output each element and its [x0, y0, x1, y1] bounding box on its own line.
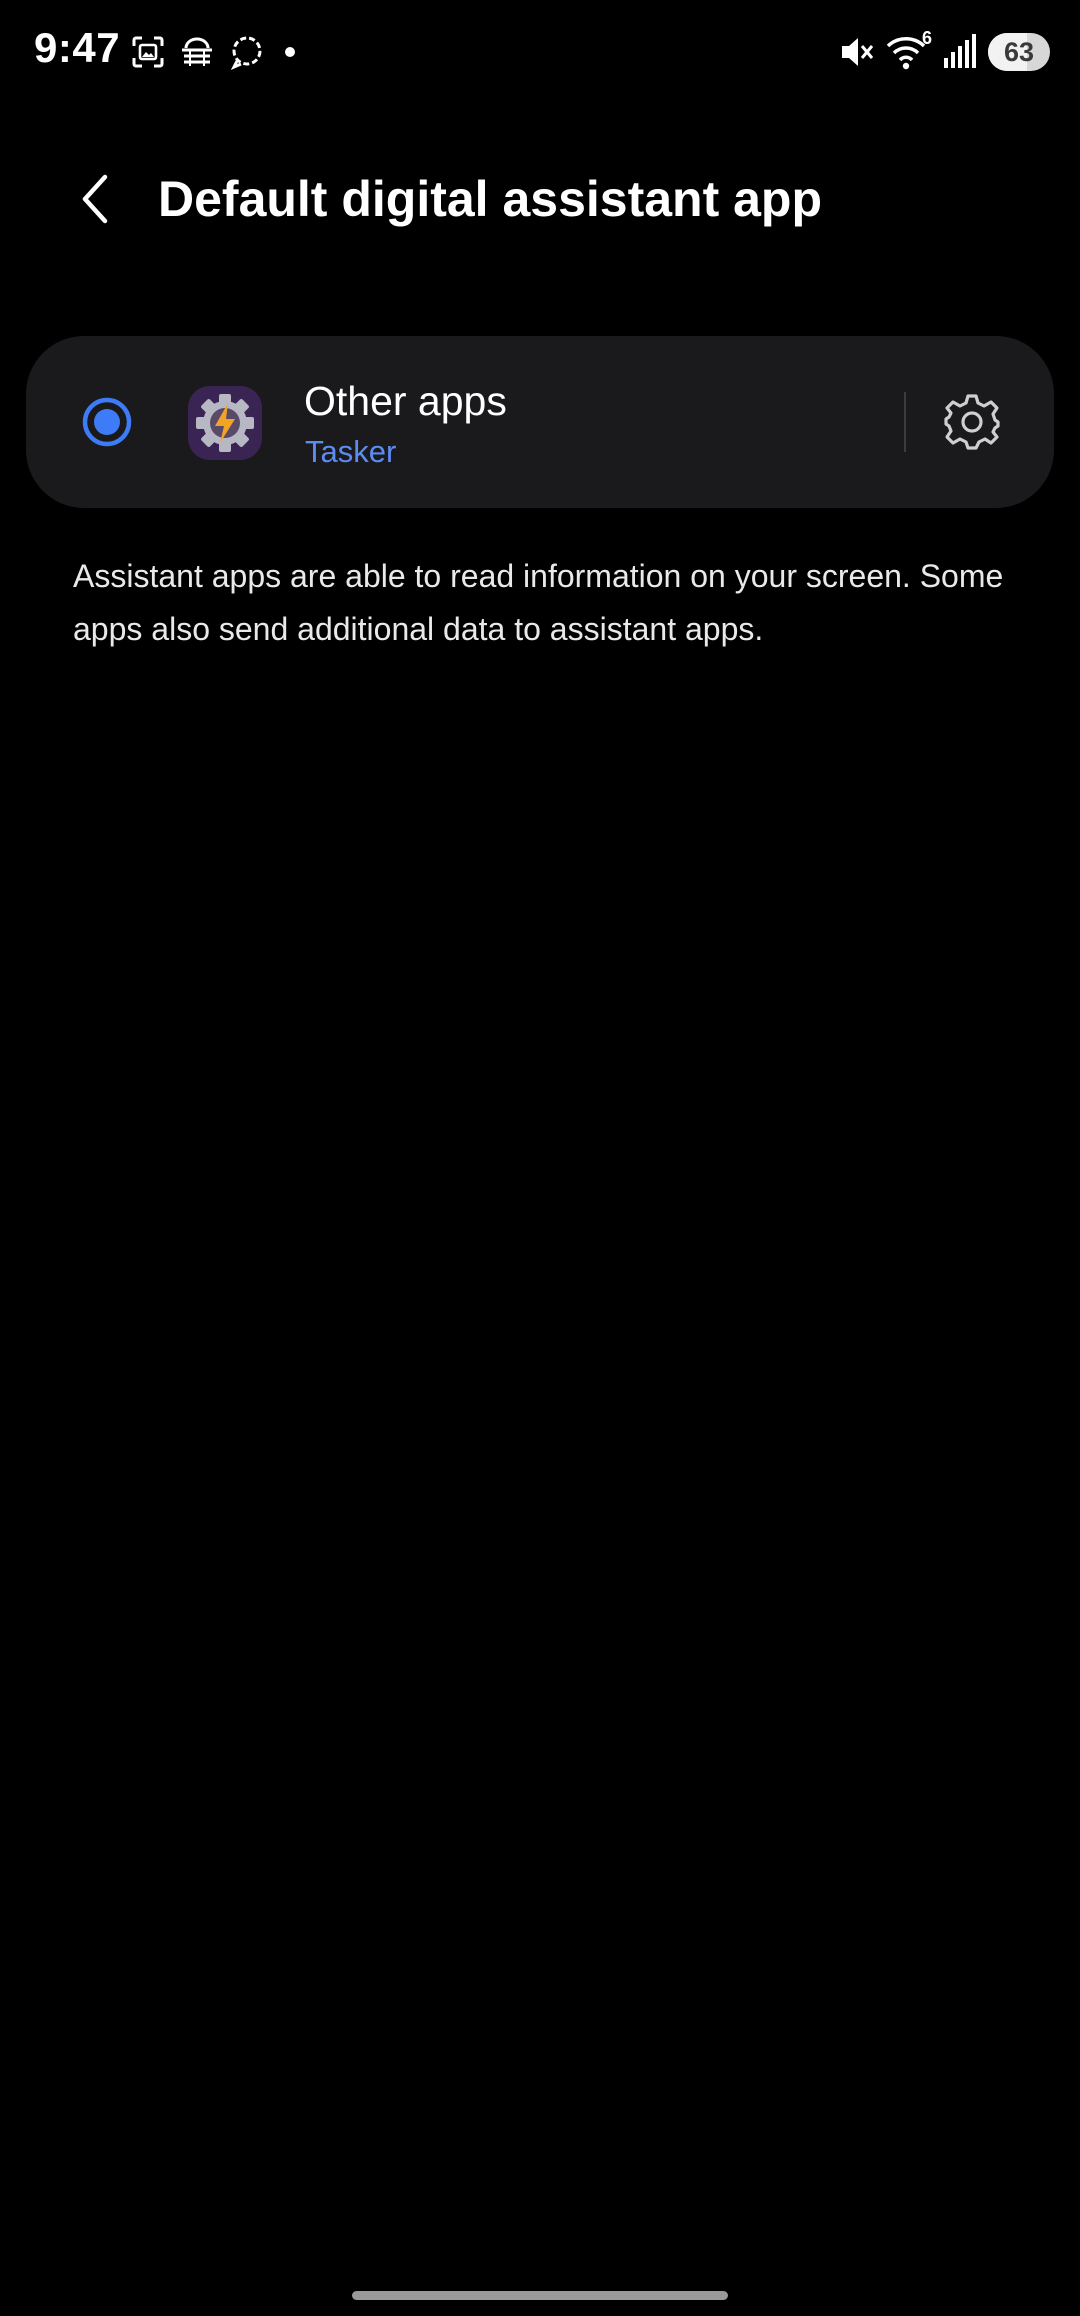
- option-title: Other apps: [304, 378, 507, 424]
- page-title: Default digital assistant app: [158, 171, 823, 227]
- radio-selected-icon[interactable]: [82, 397, 132, 447]
- battery-level: 63: [1003, 36, 1035, 67]
- gesture-navigation-bar[interactable]: [352, 2291, 728, 2300]
- header: Default digital assistant app: [0, 140, 1080, 260]
- assistant-option-card[interactable]: Other apps Tasker: [26, 336, 1054, 508]
- wifi-icon: [886, 37, 926, 70]
- wifi-indicator: 6: [886, 28, 932, 72]
- cellular-signal-icon: [944, 34, 976, 68]
- wifi-label: 6: [921, 28, 932, 48]
- chevron-left-icon: [82, 174, 108, 224]
- description-text: Assistant apps are able to read informat…: [73, 558, 1004, 647]
- screenshot-icon: [132, 36, 164, 68]
- signal-messenger-icon: [230, 36, 262, 70]
- status-time: 9:47: [34, 24, 121, 71]
- back-button[interactable]: [60, 164, 130, 234]
- tasker-icon: [188, 386, 262, 460]
- status-bar: 9:47 6 63: [0, 0, 1080, 104]
- divider: [904, 392, 906, 452]
- settings-button[interactable]: [938, 388, 1006, 456]
- mute-icon: [842, 38, 874, 66]
- option-subtitle: Tasker: [305, 434, 397, 469]
- dot-icon: [285, 47, 295, 57]
- status-right-icons: 6 63: [836, 28, 1050, 74]
- battery-icon: 63: [988, 33, 1050, 71]
- router-icon: [182, 37, 212, 66]
- status-left-icons: [130, 32, 302, 72]
- gear-icon: [944, 394, 1000, 450]
